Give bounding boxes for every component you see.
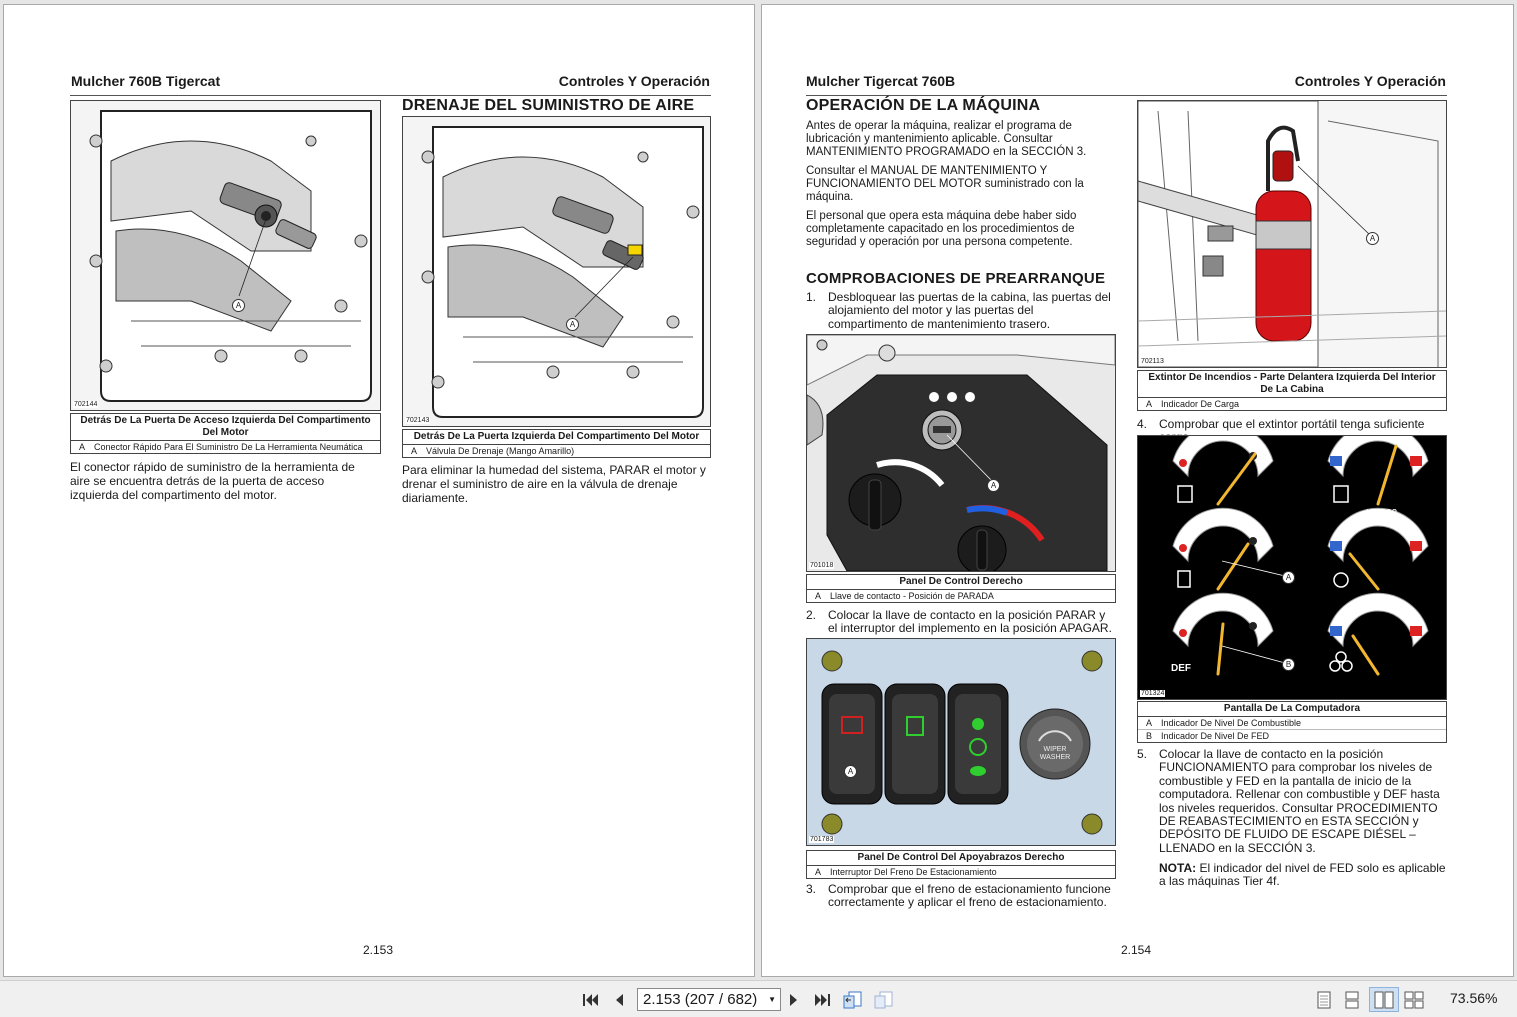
figure-id: 701324 xyxy=(1140,690,1166,697)
caption-item: A Válvula De Drenaje (Mango Amarillo) xyxy=(411,446,575,456)
ignition-panel-illustration xyxy=(807,335,1115,571)
engine-access-door-figure: A 702144 xyxy=(70,100,381,411)
figure1-caption: Detrás De La Puerta De Acceso Izquierda … xyxy=(70,413,381,454)
zoom-level[interactable]: 73.56% xyxy=(1450,990,1497,1006)
navigate-back-icon[interactable] xyxy=(841,989,865,1010)
fire-extinguisher-figure: A 702113 xyxy=(1137,100,1447,368)
extinguisher-caption: Extintor De Incendios - Parte Delantera … xyxy=(1137,370,1447,411)
two-page-view-icon[interactable] xyxy=(1369,987,1399,1012)
callout-a: A xyxy=(1366,232,1379,245)
step-1: 1. Desbloquear las puertas de la cabina, … xyxy=(806,290,1111,331)
armrest-panel-figure: A WIPER WASHER 701783 xyxy=(806,638,1116,846)
page-header-right: Controles Y Operación xyxy=(1294,73,1446,89)
navigate-forward-icon[interactable] xyxy=(872,989,896,1010)
section-title-prestart-checks: COMPROBACIONES DE PREARRANQUE xyxy=(806,270,1106,287)
wiper-washer-label: WIPER WASHER xyxy=(1039,746,1071,761)
figure-id: 702143 xyxy=(405,417,431,424)
page-number: 2.154 xyxy=(1121,943,1152,957)
note: NOTA: El indicador del nivel de FED solo… xyxy=(1159,861,1446,889)
figure-id: 702113 xyxy=(1140,358,1165,365)
operation-paragraphs: Antes de operar la máquina, realizar el … xyxy=(806,120,1087,248)
caption-item: A Conector Rápido Para El Suministro De L… xyxy=(79,442,363,452)
caption-item: A Indicador De Nivel De Combustible xyxy=(1146,718,1302,728)
section-title-air-drain: DRENAJE DEL SUMINISTRO DE AIRE xyxy=(402,97,695,114)
callout-a: A xyxy=(232,299,245,312)
caption-item: A Llave de contacto - Posición de PARADA xyxy=(815,591,994,601)
panel-caption: Panel De Control Derecho A Llave de conta… xyxy=(806,574,1116,603)
drain-valve-illustration xyxy=(403,117,710,426)
caption-title: Extintor De Incendios - Parte Delantera … xyxy=(1138,371,1446,398)
armrest-switches-illustration xyxy=(807,639,1115,845)
first-page-icon[interactable] xyxy=(580,989,602,1010)
viewer-toolbar: 2.153 (207 / 682) ▼ 73.56% xyxy=(0,980,1517,1017)
pdf-page-left: Mulcher 760B Tigercat Controles Y Operac… xyxy=(3,4,755,977)
extinguisher-illustration xyxy=(1138,101,1446,367)
figure2-body-text: Para eliminar la humedad del sistema, PA… xyxy=(402,463,706,505)
display-caption: Pantalla De La Computadora A Indicador De… xyxy=(1137,701,1447,743)
step-5: 5. Colocar la llave de contacto en la pos… xyxy=(1137,747,1440,855)
page-header-right: Controles Y Operación xyxy=(558,73,710,89)
next-page-icon[interactable] xyxy=(784,989,804,1010)
caption-item: B Indicador De Nivel De FED xyxy=(1138,729,1446,742)
section-title-machine-operation: OPERACIÓN DE LA MÁQUINA xyxy=(806,97,1041,114)
def-label: DEF xyxy=(1171,663,1191,674)
caption-title: Panel De Control Del Apoyabrazos Derecho xyxy=(807,851,1115,866)
figure-id: 701783 xyxy=(809,836,835,843)
page-header-left: Mulcher Tigercat 760B xyxy=(806,73,956,89)
caption-title: Detrás De La Puerta De Acceso Izquierda … xyxy=(71,414,380,441)
computer-display-figure: ISO 22 DEF A B 701324 xyxy=(1137,435,1447,700)
figure2-caption: Detrás De La Puerta Izquierda Del Compar… xyxy=(402,429,711,458)
callout-b: B xyxy=(1282,658,1295,671)
callout-a: A xyxy=(566,318,579,331)
figure-id: 702144 xyxy=(73,401,99,408)
callout-a: A xyxy=(987,479,1000,492)
previous-page-icon[interactable] xyxy=(609,989,629,1010)
page-number: 2.153 xyxy=(363,943,394,957)
quick-connector-illustration xyxy=(71,101,380,410)
page-number-select[interactable]: 2.153 (207 / 682) ▼ xyxy=(637,988,781,1011)
header-rule xyxy=(70,95,711,96)
page-header-left: Mulcher 760B Tigercat xyxy=(71,73,221,89)
iso-22-label: ISO 22 xyxy=(1366,508,1398,519)
drain-valve-figure: A 702143 xyxy=(402,116,711,427)
last-page-icon[interactable] xyxy=(810,989,834,1010)
caption-title: Detrás De La Puerta Izquierda Del Compar… xyxy=(403,430,710,445)
figure1-body-text: El conector rápido de suministro de la h… xyxy=(70,460,355,502)
caption-title: Pantalla De La Computadora xyxy=(1138,702,1446,717)
armrest-caption: Panel De Control Del Apoyabrazos Derecho… xyxy=(806,850,1116,879)
caption-item: A Interruptor Del Freno De Estacionamient… xyxy=(815,867,997,877)
callout-a: A xyxy=(1282,571,1295,584)
caption-title: Panel De Control Derecho xyxy=(807,575,1115,590)
step-3: 3. Comprobar que el freno de estacionamie… xyxy=(806,882,1111,910)
header-rule xyxy=(806,95,1447,96)
step-2: 2. Colocar la llave de contacto en la pos… xyxy=(806,608,1112,636)
figure-id: 701018 xyxy=(809,562,835,569)
caption-item: A Indicador De Carga xyxy=(1146,399,1240,409)
callout-a: A xyxy=(844,765,857,778)
continuous-view-icon[interactable] xyxy=(1341,989,1363,1010)
right-control-panel-figure: A 701018 xyxy=(806,334,1116,572)
chevron-down-icon: ▼ xyxy=(768,995,776,1004)
single-page-view-icon[interactable] xyxy=(1313,989,1335,1010)
pdf-page-right: Mulcher Tigercat 760B Controles Y Operac… xyxy=(761,4,1514,977)
two-page-continuous-view-icon[interactable] xyxy=(1403,989,1425,1010)
